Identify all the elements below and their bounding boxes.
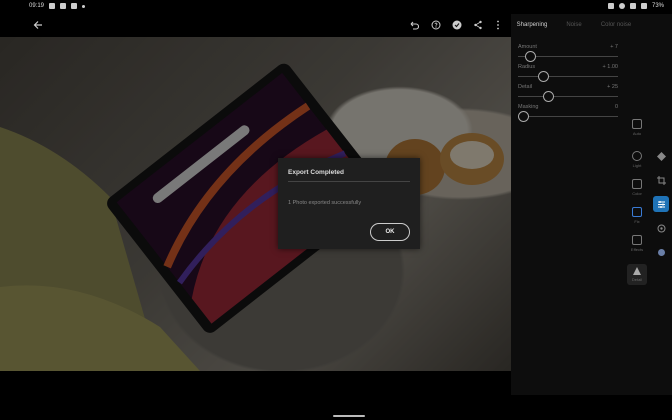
- back-arrow-icon: [33, 21, 42, 29]
- tab-sharpening[interactable]: Sharpening: [511, 22, 553, 28]
- slider-value: + 7: [610, 44, 618, 50]
- crop-button[interactable]: [653, 172, 669, 188]
- top-toolbar: [0, 14, 512, 36]
- notification-icon: [71, 3, 78, 9]
- dialog-divider: [288, 181, 410, 182]
- undo-button[interactable]: [406, 18, 420, 32]
- tool-label: Effects: [630, 247, 644, 252]
- slider-track[interactable]: [518, 96, 618, 97]
- dialog-message: 1 Photo exported successfully: [288, 200, 362, 206]
- slider-label: Detail: [518, 84, 533, 90]
- bluetooth-icon: [607, 3, 614, 9]
- slider-value: + 25: [607, 84, 618, 90]
- masking-icon: [657, 248, 665, 256]
- sliders-icon: [657, 200, 665, 208]
- auto-icon: [632, 119, 642, 129]
- square-icon: [632, 235, 642, 245]
- sun-icon: [632, 151, 642, 161]
- healing-button[interactable]: [653, 220, 669, 236]
- dialog-title: Export Completed: [288, 169, 344, 176]
- export-completed-dialog: Export Completed 1 Photo exported succes…: [278, 158, 420, 249]
- thermometer-icon: [632, 179, 642, 189]
- healing-icon: [657, 224, 665, 232]
- tool-fix[interactable]: Fix: [627, 207, 647, 224]
- masking-button[interactable]: [653, 244, 669, 260]
- notification-icon: [60, 3, 67, 9]
- tool-label: Detail: [631, 277, 643, 282]
- presets-icon: [656, 151, 666, 161]
- detail-tabs: Sharpening Noise Color noise: [511, 22, 637, 28]
- tool-label: Color: [632, 191, 642, 196]
- status-bar: 09:19 73%: [0, 0, 672, 14]
- wifi-icon: [629, 3, 636, 9]
- tool-effects[interactable]: Effects: [627, 235, 647, 252]
- slider-track[interactable]: [518, 76, 618, 77]
- undo-icon: [410, 21, 419, 30]
- help-button[interactable]: [429, 18, 443, 32]
- photo-canvas[interactable]: [0, 37, 512, 371]
- slider-handle[interactable]: [538, 71, 549, 82]
- help-icon: [431, 20, 441, 30]
- slider-handle[interactable]: [525, 51, 536, 62]
- modal-scrim: [0, 37, 512, 371]
- done-button[interactable]: [450, 18, 464, 32]
- more-options-button[interactable]: [491, 18, 505, 32]
- slider-value: + 1.00: [602, 64, 618, 70]
- battery-percentage: 73%: [651, 3, 664, 9]
- slider-handle[interactable]: [543, 91, 554, 102]
- tool-label: Light: [632, 163, 642, 168]
- tool-detail[interactable]: Detail: [627, 264, 647, 285]
- crop-icon: [656, 175, 666, 185]
- slider-handle[interactable]: [518, 111, 529, 122]
- tool-auto[interactable]: Auto: [627, 119, 647, 136]
- status-time: 09:19: [29, 3, 45, 9]
- tool-label: Auto: [632, 131, 642, 136]
- ok-button[interactable]: OK: [370, 223, 410, 241]
- checkmark-icon: [452, 20, 462, 30]
- slider-value: 0: [614, 104, 618, 110]
- tool-light[interactable]: Light: [627, 151, 647, 168]
- tab-noise[interactable]: Noise: [553, 22, 595, 28]
- tool-label: Fix: [634, 219, 640, 224]
- slider-track[interactable]: [518, 116, 618, 117]
- dot-icon: [82, 4, 86, 8]
- more-vertical-icon: [497, 20, 499, 30]
- gesture-nav-handle[interactable]: [333, 415, 365, 417]
- edit-panel: Sharpening Noise Color noise Amount + 7 …: [511, 14, 672, 395]
- share-icon: [474, 20, 482, 30]
- presets-button[interactable]: [653, 148, 669, 164]
- share-button[interactable]: [471, 18, 485, 32]
- back-button[interactable]: [31, 18, 45, 32]
- triangle-icon: [633, 267, 641, 275]
- signal-icon: [640, 3, 647, 9]
- brush-icon: [632, 207, 642, 217]
- edit-button[interactable]: [653, 196, 669, 212]
- tool-color[interactable]: Color: [627, 179, 647, 196]
- notification-icon: [49, 3, 56, 9]
- do-not-disturb-icon: [618, 3, 625, 9]
- slider-label: Amount: [518, 44, 537, 50]
- slider-label: Radius: [518, 64, 536, 70]
- slider-label: Masking: [518, 104, 539, 110]
- tab-color-noise[interactable]: Color noise: [595, 22, 637, 28]
